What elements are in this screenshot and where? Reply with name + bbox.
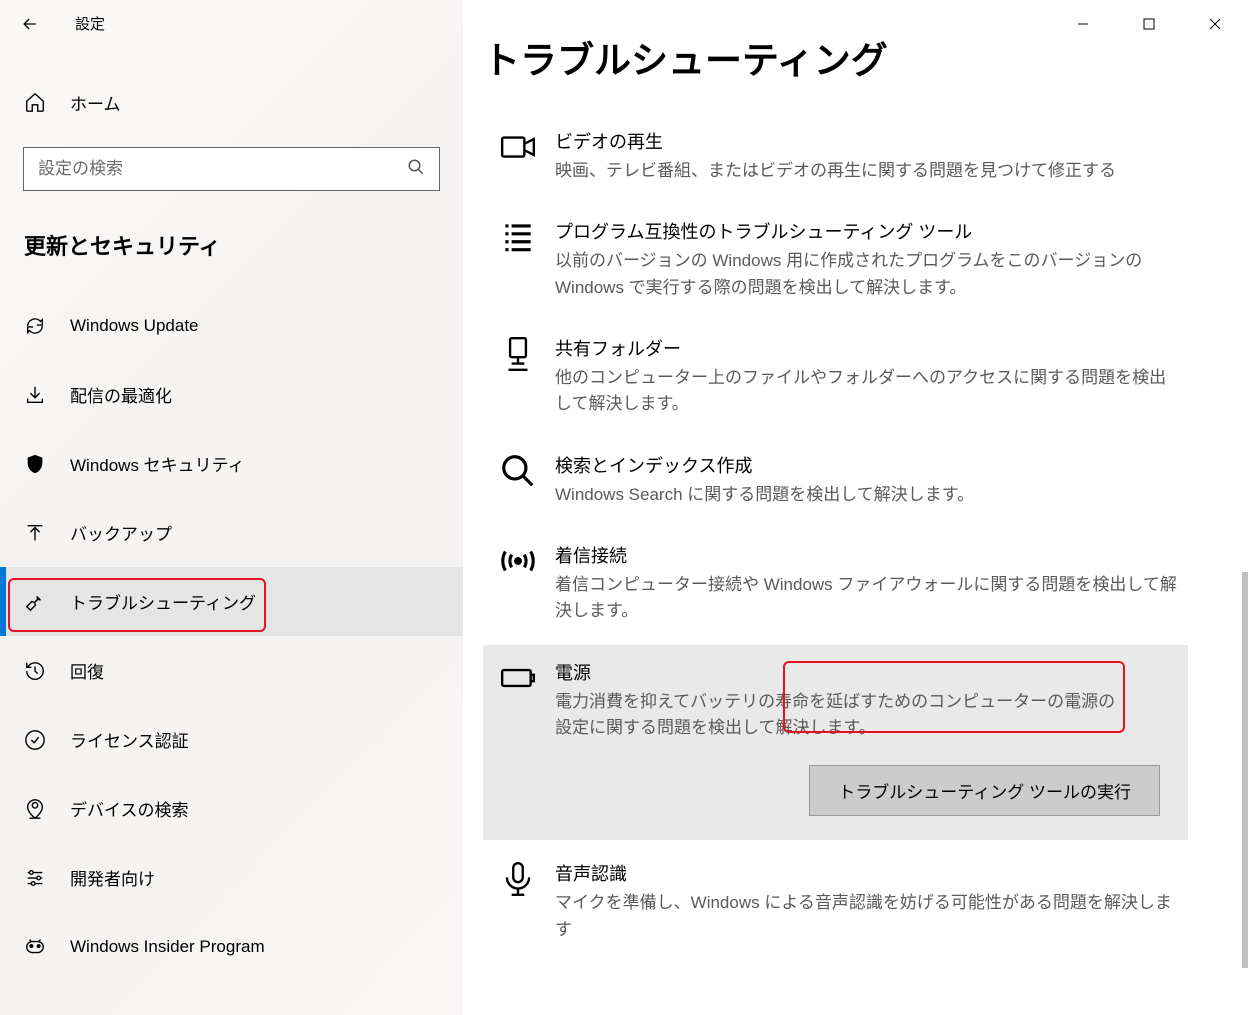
nav-label: ライセンス認証 [70,727,189,752]
signal-icon [499,542,537,580]
nav-label: 配信の最適化 [70,382,172,407]
microphone-icon [499,860,537,898]
wrench-icon [24,591,46,613]
magnify-icon [499,452,537,490]
ts-item-power[interactable]: 電源 電力消費を抑えてバッテリの寿命を延ばすためのコンピューターの電源の設定に関… [483,645,1188,841]
nav-home-label: ホーム [70,90,121,115]
battery-icon [499,659,537,697]
ts-title: プログラム互換性のトラブルシューティング ツール [555,218,1182,244]
close-button[interactable] [1182,0,1248,47]
ts-title: 電源 [555,659,1122,685]
nav-label: トラブルシューティング [70,589,256,614]
minimize-button[interactable] [1050,0,1116,47]
nav-label: Windows セキュリティ [70,451,245,476]
section-header: 更新とセキュリティ [0,229,463,261]
ts-item-search-index[interactable]: 検索とインデックス作成 Windows Search に関する問題を検出して解決… [483,438,1248,522]
nav-home[interactable]: ホーム [0,67,463,137]
nav-backup[interactable]: バックアップ [0,498,463,567]
ts-desc: 映画、テレビ番組、またはビデオの再生に関する問題を見つけて修正する [555,158,1182,184]
nav-activation[interactable]: ライセンス認証 [0,705,463,774]
ts-item-video[interactable]: ビデオの再生 映画、テレビ番組、またはビデオの再生に関する問題を見つけて修正する [483,114,1248,198]
ts-desc: 他のコンピューター上のファイルやフォルダーへのアクセスに関する問題を検出して解決… [555,365,1182,418]
ts-title: 検索とインデックス作成 [555,452,1182,478]
nav-insider[interactable]: Windows Insider Program [0,912,463,981]
main-content: トラブルシューティング ビデオの再生 映画、テレビ番組、またはビデオの再生に関す… [463,0,1248,1015]
download-icon [24,384,46,406]
ts-desc: Windows Search に関する問題を検出して解決します。 [555,482,1182,508]
nav-label: デバイスの検索 [70,796,189,821]
ts-item-speech[interactable]: 音声認識 マイクを準備し、Windows による音声認識を妨げる可能性がある問題… [483,846,1248,957]
ts-item-shared-folder[interactable]: 共有フォルダー 他のコンピューター上のファイルやフォルダーへのアクセスに関する問… [483,321,1248,432]
nav-recovery[interactable]: 回復 [0,636,463,705]
scrollbar[interactable] [1242,572,1248,968]
ts-title: 音声認識 [555,860,1182,886]
check-circle-icon [24,729,46,751]
sync-icon [24,315,46,337]
nav-label: 開発者向け [70,865,155,890]
nav-label: Windows Insider Program [70,937,265,957]
location-icon [24,798,46,820]
history-icon [24,660,46,682]
sliders-icon [24,867,46,889]
run-troubleshooter-button[interactable]: トラブルシューティング ツールの実行 [809,765,1160,816]
window-controls [1050,0,1248,47]
upload-icon [24,522,46,544]
nav-windows-security[interactable]: Windows セキュリティ [0,429,463,498]
ts-desc: 着信コンピューター接続や Windows ファイアウォールに関する問題を検出して… [555,572,1182,625]
troubleshoot-list: ビデオの再生 映画、テレビ番組、またはビデオの再生に関する問題を見つけて修正する… [463,84,1248,957]
search-icon [407,158,425,181]
titlebar: 設定 [0,0,463,47]
nav-windows-update[interactable]: Windows Update [0,291,463,360]
shield-icon [24,453,46,475]
search-input[interactable] [38,159,407,179]
sidebar: 設定 ホーム 更新とセキュリティ Windows Update 配信の最適化 W… [0,0,463,1015]
maximize-button[interactable] [1116,0,1182,47]
video-icon [499,128,537,166]
ts-item-incoming[interactable]: 着信接続 着信コンピューター接続や Windows ファイアウォールに関する問題… [483,528,1248,639]
arrow-left-icon [20,14,40,34]
ts-title: 共有フォルダー [555,335,1182,361]
ts-title: ビデオの再生 [555,128,1182,154]
nav-developers[interactable]: 開発者向け [0,843,463,912]
insider-icon [24,936,46,958]
list-icon [499,218,537,256]
nav-troubleshoot[interactable]: トラブルシューティング [0,567,463,636]
nav-label: バックアップ [70,520,172,545]
ts-title: 着信接続 [555,542,1182,568]
home-icon [24,91,46,113]
ts-item-compat[interactable]: プログラム互換性のトラブルシューティング ツール 以前のバージョンの Windo… [483,204,1248,315]
nav-find-device[interactable]: デバイスの検索 [0,774,463,843]
ts-desc: マイクを準備し、Windows による音声認識を妨げる可能性がある問題を解決しま… [555,890,1182,943]
search-box[interactable] [23,147,440,191]
ts-desc: 以前のバージョンの Windows 用に作成されたプログラムをこのバージョンの … [555,248,1182,301]
back-button[interactable] [0,0,60,47]
nav-delivery-optimization[interactable]: 配信の最適化 [0,360,463,429]
window-title: 設定 [75,13,105,34]
network-pc-icon [499,335,537,373]
nav-label: 回復 [70,658,104,683]
nav-label: Windows Update [70,316,199,336]
ts-desc: 電力消費を抑えてバッテリの寿命を延ばすためのコンピューターの電源の設定に関する問… [555,689,1122,742]
